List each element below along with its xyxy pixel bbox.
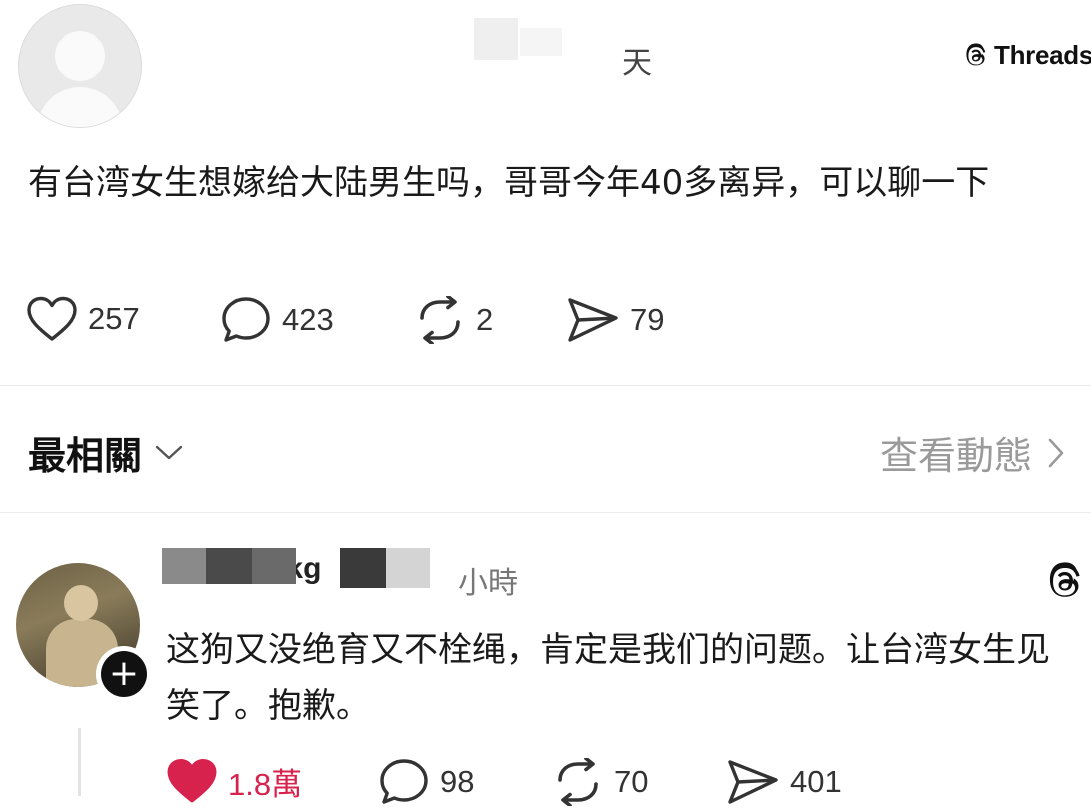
- repost-button[interactable]: 2: [414, 296, 493, 344]
- divider: [0, 385, 1091, 386]
- author-avatar[interactable]: [18, 4, 142, 128]
- repost-icon: [420, 296, 460, 344]
- redaction-mask: [340, 548, 386, 588]
- threads-logo-icon: [1049, 562, 1080, 597]
- chevron-right-icon: [1048, 438, 1064, 467]
- share-icon: [728, 760, 778, 804]
- reply-action-bar: 1.8萬 98 70 401: [166, 758, 886, 808]
- repost-count: 2: [476, 302, 494, 337]
- reply-comment-count: 98: [440, 764, 475, 799]
- sort-dropdown[interactable]: 最相關: [28, 425, 184, 480]
- reply-repost-button[interactable]: 70: [552, 758, 648, 806]
- plus-icon: +: [101, 651, 147, 697]
- redaction-mask: [162, 548, 206, 584]
- post-text: 有台湾女生想嫁给大陆男生吗，哥哥今年40多离异，可以聊一下: [28, 163, 990, 203]
- like-count: 257: [88, 301, 140, 336]
- follow-button[interactable]: +: [96, 646, 152, 702]
- comment-button[interactable]: 423: [220, 296, 334, 344]
- comment-icon: [380, 759, 428, 804]
- reply-repost-count: 70: [614, 764, 649, 799]
- reply-like-button[interactable]: 1.8萬: [166, 758, 302, 804]
- comment-icon: [222, 297, 270, 342]
- post-timestamp: 天: [622, 46, 652, 81]
- view-activity-link[interactable]: 查看動態: [880, 425, 1066, 480]
- post-action-bar: 257 423 2 79: [26, 296, 706, 346]
- reply-text: 这狗又没绝育又不栓绳，肯定是我们的问题。让台湾女生见笑了。抱歉。: [166, 630, 1050, 726]
- threads-logo-button[interactable]: [1043, 560, 1087, 608]
- reply-comment-button[interactable]: 98: [378, 758, 474, 806]
- reply-like-count: 1.8萬: [228, 766, 303, 802]
- reply-timestamp: 小時: [458, 566, 518, 601]
- redaction-mask: [386, 548, 430, 588]
- thread-connector-line: [78, 728, 81, 796]
- heart-icon: [167, 759, 217, 803]
- redacted-username: [474, 18, 518, 60]
- threads-logo-icon: [966, 43, 986, 65]
- share-icon: [568, 298, 618, 342]
- redaction-mask: [252, 548, 296, 584]
- share-button[interactable]: 79: [566, 296, 664, 344]
- threads-badge[interactable]: Threads: [962, 40, 1091, 71]
- repost-icon: [558, 758, 598, 806]
- reply-share-count: 401: [790, 764, 842, 799]
- chevron-down-icon: [155, 445, 183, 459]
- like-button[interactable]: 257: [26, 296, 140, 342]
- heart-icon: [27, 296, 77, 341]
- view-activity-label: 查看動態: [880, 434, 1033, 478]
- divider: [0, 512, 1091, 513]
- share-count: 79: [630, 302, 665, 337]
- threads-label: Threads: [994, 40, 1091, 70]
- sort-label: 最相關: [28, 434, 143, 478]
- redaction-mask: [206, 548, 252, 584]
- redacted-username-fragment: [520, 28, 562, 56]
- reply-share-button[interactable]: 401: [726, 758, 842, 806]
- comment-count: 423: [282, 302, 334, 337]
